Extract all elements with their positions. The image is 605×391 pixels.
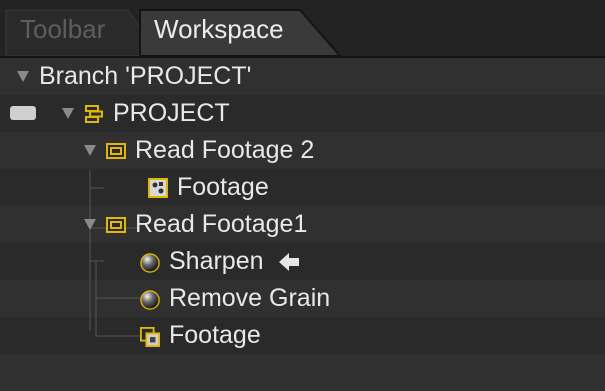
tree-item-branch[interactable]: Branch 'PROJECT' [17,58,251,95]
expand-triangle-icon[interactable] [84,219,96,230]
project-label: PROJECT [113,99,230,127]
footage-sequence-label: Footage [169,321,261,349]
tree-item-sharpen[interactable]: Sharpen [140,243,300,280]
read-footage-icon [106,141,126,161]
tree-row [0,317,605,354]
tab-toolbar[interactable]: Toolbar [6,8,156,56]
effect-sphere-icon [140,289,160,310]
read-footage-icon [106,215,126,235]
remove-grain-label: Remove Grain [169,284,331,312]
tree-item-footage-still[interactable]: Footage [148,169,269,206]
tree-item-project[interactable]: PROJECT [62,95,230,132]
tree-item-footage-sequence[interactable]: Footage [140,317,261,354]
expand-triangle-icon[interactable] [84,145,96,156]
branch-label: Branch 'PROJECT' [39,62,252,90]
tab-toolbar-label: Toolbar [20,14,106,44]
effect-sphere-icon [140,252,160,273]
read-footage-1-label: Read Footage1 [135,210,308,238]
sharpen-label: Sharpen [169,247,264,275]
tree-item-read-footage-1[interactable]: Read Footage1 [84,206,307,243]
workspace-panel: Toolbar Workspace Branch 'PROJECT' PROJE… [0,0,605,391]
tab-bar: Toolbar Workspace [0,0,605,58]
tree-row [0,354,605,391]
project-node-icon [84,104,104,124]
footage-sequence-icon [140,326,160,347]
footage-still-label: Footage [177,173,269,201]
tab-workspace[interactable]: Workspace [140,8,340,56]
pointer-arrow-icon [278,252,300,272]
expand-triangle-icon[interactable] [62,108,74,119]
tab-workspace-label: Workspace [154,14,284,44]
tree-row [0,243,605,280]
tree-item-read-footage-2[interactable]: Read Footage 2 [84,132,314,169]
expand-triangle-icon[interactable] [17,71,29,82]
tree-item-remove-grain[interactable]: Remove Grain [140,280,330,317]
tree-row [0,169,605,206]
visibility-toggle[interactable] [10,106,36,120]
scene-tree: Branch 'PROJECT' PROJECT Read Footage 2 … [0,58,605,391]
read-footage-2-label: Read Footage 2 [135,136,315,164]
footage-still-icon [148,177,168,198]
